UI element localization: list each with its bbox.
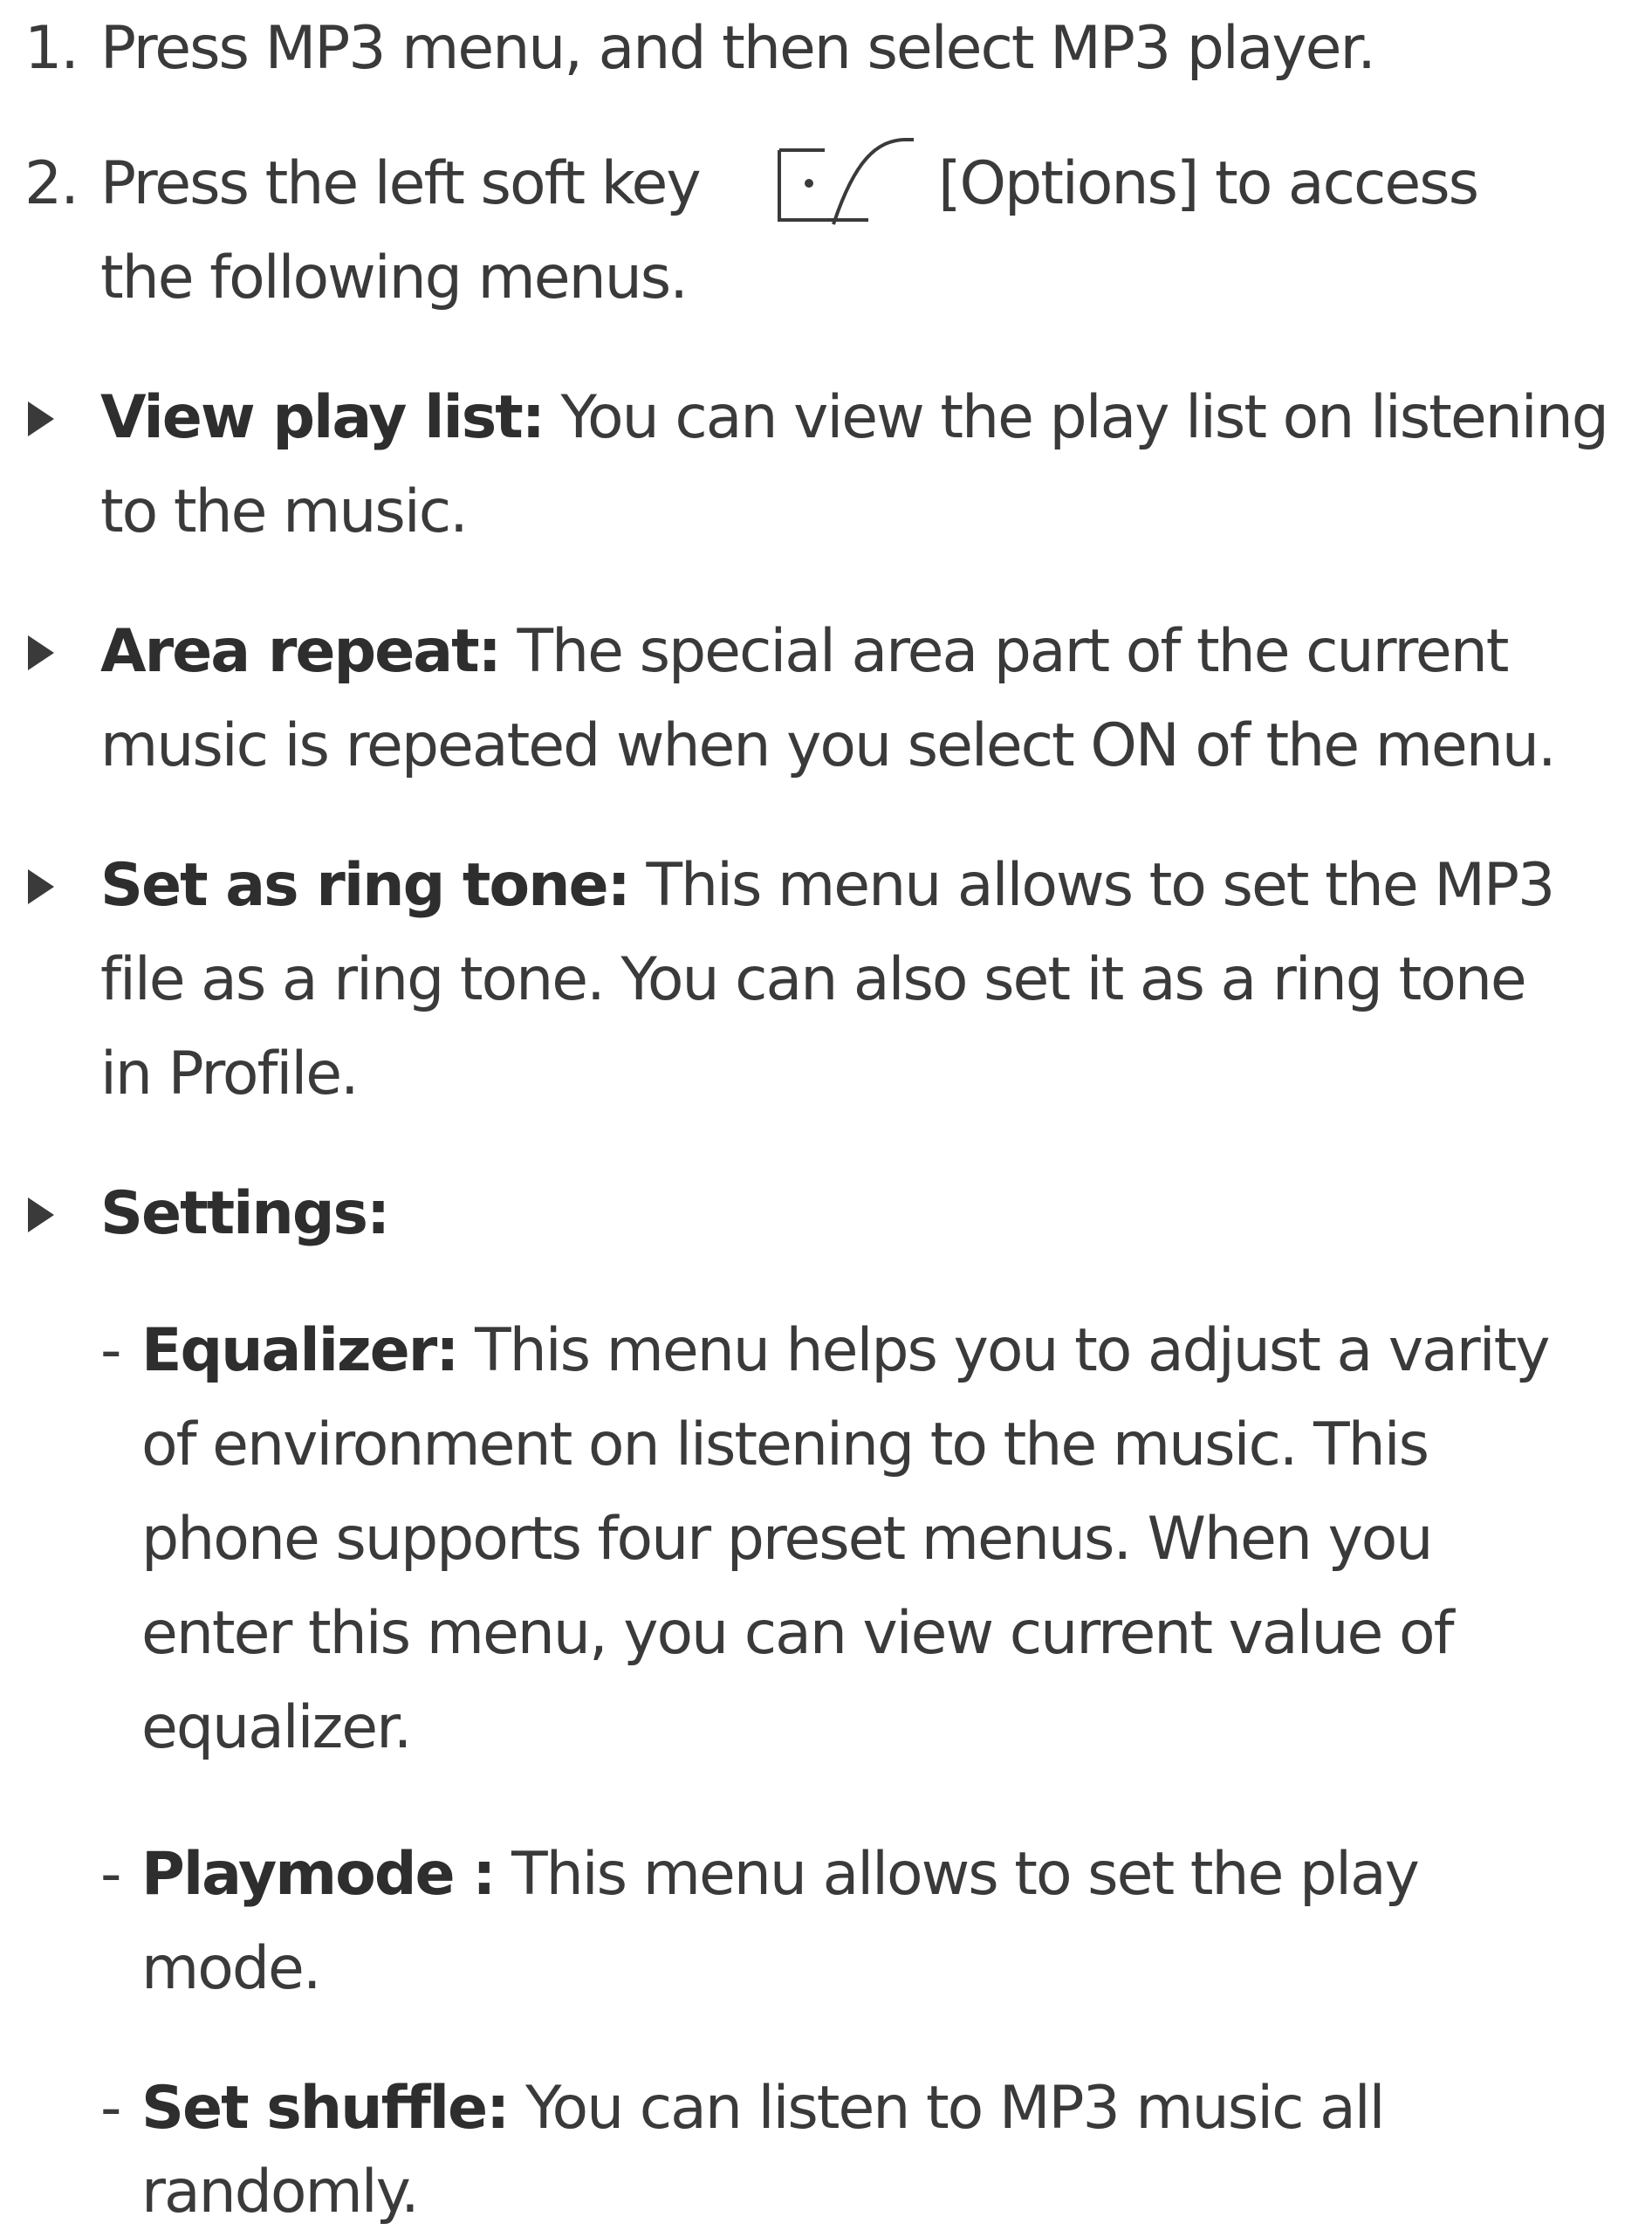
bullet-item-text: to the music.	[100, 477, 469, 546]
sub-item-first-line: Playmode : This menu allows to set the p…	[141, 1845, 1420, 1904]
step-text: [Options] to access	[938, 149, 1479, 218]
step-text: the following menus.	[100, 244, 689, 312]
triangle-bullet-icon	[28, 635, 54, 670]
sub-item-term: Set shuffle:	[141, 2074, 510, 2143]
bullet-item-term: View play list:	[100, 383, 545, 452]
dash-bullet: -	[100, 2074, 122, 2143]
sub-item-term: Equalizer:	[141, 1316, 459, 1385]
sub-item-text: This menu allows to set the play	[494, 1840, 1420, 1909]
step-number: 1.	[24, 14, 79, 83]
step-text: Press MP3 menu, and then select MP3 play…	[100, 14, 1376, 83]
sub-item-text: This menu helps you to adjust a varity	[457, 1316, 1550, 1385]
triangle-bullet-icon	[28, 1197, 54, 1232]
bullet-item-first-line: Set as ring tone: This menu allows to se…	[100, 856, 1555, 916]
bullet-item-text: music is repeated when you select ON of …	[100, 711, 1557, 780]
sub-item-text: mode.	[141, 1934, 321, 2003]
triangle-bullet-icon	[28, 869, 54, 904]
bullet-item-text: You can view the play list on listening	[543, 383, 1609, 452]
manual-page: 1. Press MP3 menu, and then select MP3 p…	[0, 0, 1652, 2237]
sub-item-text: You can listen to MP3 music all	[508, 2074, 1386, 2143]
bullet-item-term: Settings:	[100, 1179, 390, 1248]
dash-bullet: -	[100, 1840, 122, 1909]
sub-item-text: of environment on listening to the music…	[141, 1410, 1429, 1479]
sub-item-text: randomly.	[141, 2158, 420, 2227]
bullet-item-first-line: Settings:	[100, 1184, 390, 1244]
bullet-item-term: Area repeat:	[100, 617, 502, 686]
sub-item-text: equalizer.	[141, 1693, 412, 1762]
bullet-item-text: file as a ring tone. You can also set it…	[100, 945, 1527, 1014]
bullet-item-text: The special area part of the current	[499, 617, 1510, 686]
sub-item-first-line: Equalizer: This menu helps you to adjust…	[141, 1321, 1551, 1381]
dash-bullet: -	[100, 1316, 122, 1385]
bullet-item-text: This menu allows to set the MP3	[628, 851, 1555, 920]
left-soft-key-icon	[778, 138, 914, 225]
step-text: Press the left soft key	[100, 149, 702, 218]
sub-item-first-line: Set shuffle: You can listen to MP3 music…	[141, 2079, 1386, 2138]
bullet-item-text: in Profile.	[100, 1040, 360, 1108]
bullet-item-first-line: View play list: You can view the play li…	[100, 388, 1609, 448]
bullet-item-first-line: Area repeat: The special area part of th…	[100, 622, 1509, 682]
sub-item-text: phone supports four preset menus. When y…	[141, 1505, 1434, 1574]
triangle-bullet-icon	[28, 401, 54, 436]
bullet-item-term: Set as ring tone:	[100, 851, 631, 920]
step-number: 2.	[24, 149, 79, 218]
sub-item-term: Playmode :	[141, 1840, 497, 1909]
sub-item-text: enter this menu, you can view current va…	[141, 1599, 1455, 1668]
